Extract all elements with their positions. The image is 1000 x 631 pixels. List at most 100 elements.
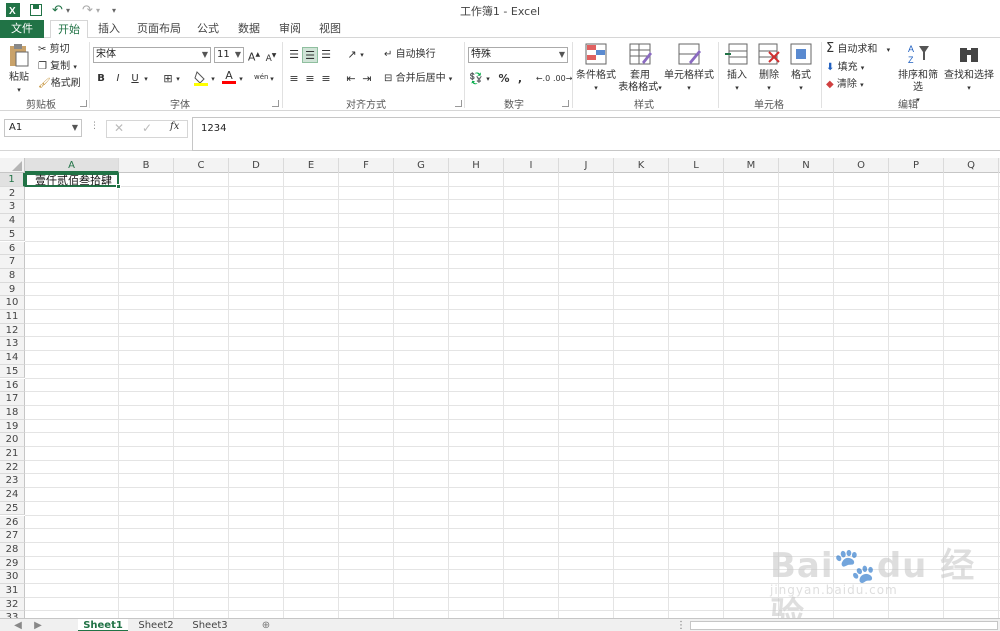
column-header-n[interactable]: N (779, 158, 834, 173)
row-header-13[interactable]: 13 (0, 337, 25, 352)
enter-icon[interactable]: ✓ (142, 121, 152, 135)
column-header-q[interactable]: Q (944, 158, 999, 173)
percent-button[interactable]: % (496, 71, 512, 87)
align-top-button[interactable]: ☰ (286, 47, 302, 63)
horizontal-scrollbar[interactable] (690, 621, 998, 630)
fill-handle[interactable] (116, 184, 121, 189)
phonetic-button[interactable]: wén (254, 69, 268, 85)
font-launcher-icon[interactable] (272, 100, 279, 107)
column-header-f[interactable]: F (339, 158, 394, 173)
row-header-25[interactable]: 25 (0, 501, 25, 516)
format-painter-button[interactable]: 🖌格式刷 (38, 78, 81, 90)
cell-a1[interactable]: 壹仟贰佰叁拾肆 (25, 173, 119, 187)
row-header-11[interactable]: 11 (0, 310, 25, 324)
sheet-tab-sheet1[interactable]: Sheet1 (78, 619, 128, 631)
decrease-decimal-button[interactable]: .00→ (553, 71, 572, 87)
row-header-22[interactable]: 22 (0, 460, 25, 475)
align-middle-button[interactable]: ☰ (302, 47, 318, 63)
orientation-dropdown-icon[interactable]: ▾ (358, 47, 366, 63)
column-header-d[interactable]: D (229, 158, 284, 173)
delete-cells-button[interactable]: 删除 ▾ (754, 42, 784, 94)
row-header-23[interactable]: 23 (0, 474, 25, 489)
row-header-8[interactable]: 8 (0, 268, 25, 283)
row-header-7[interactable]: 7 (0, 255, 25, 269)
row-header-31[interactable]: 31 (0, 584, 25, 598)
tab-split-handle-icon[interactable]: ⋮ (676, 619, 686, 631)
row-header-3[interactable]: 3 (0, 200, 25, 215)
number-format-select[interactable]: 特殊 ▼ (468, 47, 568, 63)
worksheet-grid[interactable]: ABCDEFGHIJKLMNOPQ 1 2 3 4 5 6 7 8 9 10 11 12 13 14 15 1… (0, 158, 1000, 618)
row-header-28[interactable]: 28 (0, 542, 25, 557)
next-sheet-icon[interactable]: ▶ (30, 619, 46, 631)
column-header-e[interactable]: E (284, 158, 339, 173)
font-size-select[interactable]: 11 ▼ (214, 47, 244, 63)
new-sheet-icon[interactable]: ⊕ (258, 619, 274, 631)
increase-decimal-button[interactable]: ←.0 (535, 71, 551, 87)
row-header-33[interactable]: 33 (0, 611, 25, 618)
underline-button[interactable]: U (127, 71, 143, 87)
column-header-h[interactable]: H (449, 158, 504, 173)
formula-input[interactable]: 1234 (192, 117, 1000, 151)
column-header-g[interactable]: G (394, 158, 449, 173)
row-header-12[interactable]: 12 (0, 323, 25, 338)
row-header-16[interactable]: 16 (0, 378, 25, 393)
increase-indent-button[interactable]: ⇥ (359, 71, 375, 87)
fill-dropdown-icon[interactable]: ▾ (209, 71, 217, 87)
tab-view[interactable]: 视图 (314, 20, 346, 38)
column-header-j[interactable]: J (559, 158, 614, 173)
accounting-format-button[interactable]: 💱 (468, 71, 484, 87)
fill-button[interactable]: ⬇ 填充 ▾ (826, 62, 864, 74)
format-as-table-button[interactable]: 套用 表格格式▾ (616, 42, 664, 94)
column-header-l[interactable]: L (669, 158, 724, 173)
paste-button[interactable]: 粘贴 ▾ (6, 42, 32, 96)
tab-home[interactable]: 开始 (50, 20, 88, 39)
clipboard-launcher-icon[interactable] (80, 100, 87, 107)
row-header-30[interactable]: 30 (0, 570, 25, 584)
comma-button[interactable]: , (512, 71, 528, 87)
column-header-m[interactable]: M (724, 158, 779, 173)
row-header-9[interactable]: 9 (0, 282, 25, 297)
column-header-i[interactable]: I (504, 158, 559, 173)
align-bottom-button[interactable]: ☰ (318, 47, 334, 63)
italic-button[interactable]: I (110, 71, 126, 87)
font-color-button[interactable]: A (221, 68, 237, 84)
tab-review[interactable]: 审阅 (274, 20, 306, 38)
column-header-b[interactable]: B (119, 158, 174, 173)
row-header-5[interactable]: 5 (0, 227, 25, 242)
find-select-button[interactable]: 查找和选择 ▾ (943, 42, 995, 94)
sheet-tab-sheet2[interactable]: Sheet2 (130, 619, 182, 631)
row-header-17[interactable]: 17 (0, 392, 25, 406)
row-header-15[interactable]: 15 (0, 364, 25, 379)
cancel-icon[interactable]: ✕ (114, 121, 124, 135)
prev-sheet-icon[interactable]: ◀ (10, 619, 26, 631)
font-color-dropdown-icon[interactable]: ▾ (237, 71, 245, 87)
accounting-dropdown-icon[interactable]: ▾ (484, 71, 492, 87)
column-header-p[interactable]: P (889, 158, 944, 173)
row-header-18[interactable]: 18 (0, 405, 25, 420)
tab-file[interactable]: 文件 (0, 20, 44, 38)
row-header-29[interactable]: 29 (0, 556, 25, 571)
insert-cells-button[interactable]: 插入 ▾ (722, 42, 752, 94)
row-header-24[interactable]: 24 (0, 488, 25, 502)
fill-color-button[interactable] (193, 69, 209, 86)
row-header-4[interactable]: 4 (0, 214, 25, 228)
clear-button[interactable]: ◆ 清除 ▾ (826, 79, 864, 91)
tab-insert[interactable]: 插入 (92, 20, 126, 38)
row-header-26[interactable]: 26 (0, 515, 25, 530)
font-name-select[interactable]: 宋体 ▼ (93, 47, 211, 63)
row-header-21[interactable]: 21 (0, 447, 25, 461)
cut-button[interactable]: ✂ 剪切 (38, 44, 70, 56)
cell-styles-button[interactable]: 单元格样式 ▾ (664, 42, 714, 94)
wrap-text-button[interactable]: ↵ 自动换行 (384, 49, 436, 61)
row-header-10[interactable]: 10 (0, 296, 25, 310)
row-header-27[interactable]: 27 (0, 529, 25, 543)
grow-font-button[interactable]: A▲ (246, 47, 262, 64)
column-header-k[interactable]: K (614, 158, 669, 173)
tab-formulas[interactable]: 公式 (192, 20, 224, 38)
copy-button[interactable]: ❐ 复制 ▾ (38, 61, 77, 73)
row-header-20[interactable]: 20 (0, 433, 25, 447)
bold-button[interactable]: B (93, 71, 109, 87)
row-header-19[interactable]: 19 (0, 419, 25, 434)
column-header-o[interactable]: O (834, 158, 889, 173)
merge-center-button[interactable]: ⊟ 合并后居中 ▾ (384, 73, 452, 85)
